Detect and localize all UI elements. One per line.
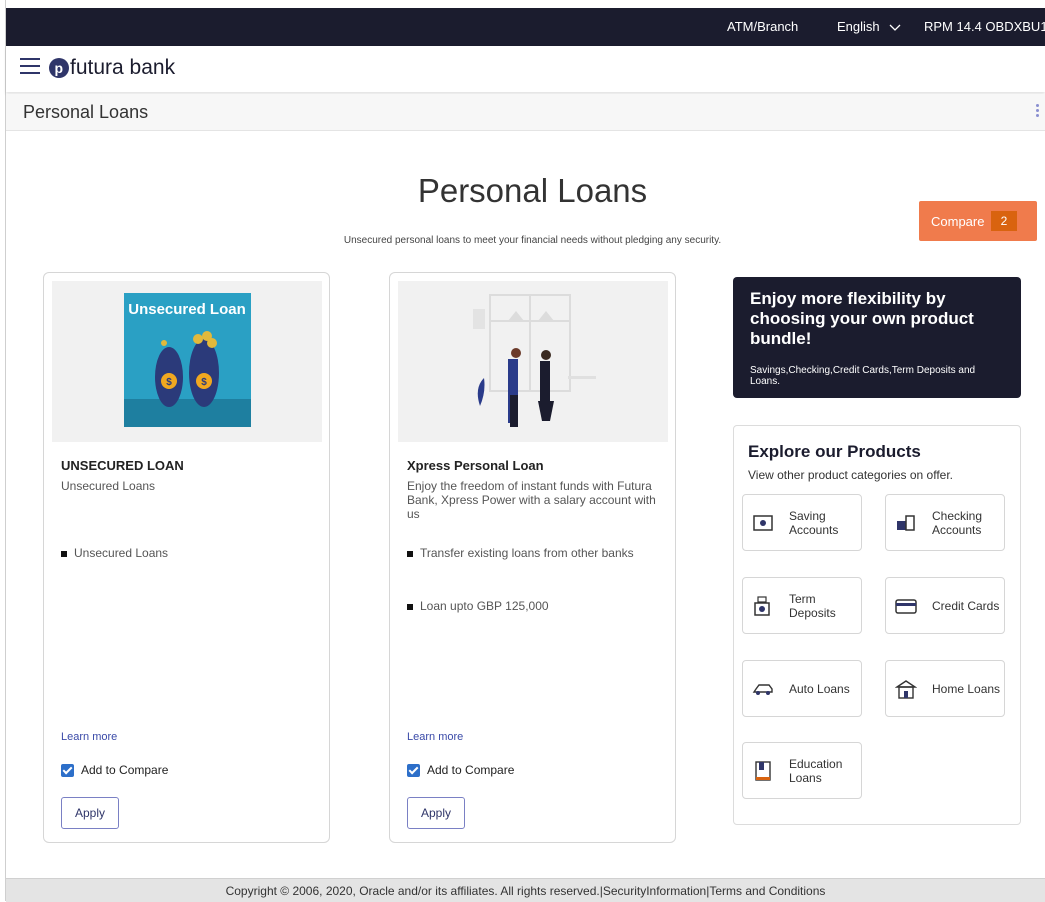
product-checking-accounts[interactable]: Checking Accounts (885, 494, 1005, 551)
feature-item: Transfer existing loans from other banks (407, 546, 634, 560)
page-title-bar: Personal Loans (6, 94, 1045, 131)
product-bundle-promo[interactable]: Enjoy more flexibility by choosing your … (733, 277, 1021, 398)
explore-heading: Explore our Products (748, 442, 921, 461)
product-home-loans[interactable]: Home Loans (885, 660, 1005, 717)
product-auto-loans[interactable]: Auto Loans (742, 660, 862, 717)
add-to-compare-label: Add to Compare (81, 763, 169, 777)
product-card-xpress-personal-loan: Xpress Personal Loan Enjoy the freedom o… (389, 272, 676, 843)
add-to-compare-toggle[interactable]: Add to Compare (407, 763, 515, 778)
add-to-compare-label: Add to Compare (427, 763, 515, 777)
promo-heading: Enjoy more flexibility by choosing your … (750, 289, 974, 348)
education-icon (755, 761, 771, 781)
money-bags-illustration: Unsecured Loan $ $ (124, 293, 251, 427)
feature-text: Unsecured Loans (74, 546, 169, 560)
promo-text: Savings,Checking,Credit Cards,Term Depos… (750, 365, 976, 387)
home-icon (895, 680, 917, 699)
product-image: Unsecured Loan $ $ (52, 281, 322, 442)
more-options-icon[interactable] (1036, 104, 1039, 119)
product-label: Saving Accounts (789, 509, 839, 537)
product-description: Enjoy the freedom of instant funds with … (407, 479, 656, 521)
product-label: Education Loans (789, 757, 843, 785)
user-name: RPM 14.4 OBDXBU18 (924, 19, 1045, 34)
top-bar: ATM/Branch English RPM 14.4 OBDXBU18 (6, 8, 1045, 46)
brand-name[interactable]: futura bank (70, 56, 175, 80)
feature-item: Unsecured Loans (61, 546, 168, 560)
product-name: Xpress Personal Loan (407, 458, 544, 473)
product-credit-cards[interactable]: Credit Cards (885, 577, 1005, 634)
product-label: Auto Loans (789, 682, 850, 696)
page-left-edge (0, 0, 6, 901)
add-to-compare-toggle[interactable]: Add to Compare (61, 763, 169, 778)
car-icon (752, 684, 773, 695)
atm-branch-link[interactable]: ATM/Branch (727, 19, 798, 34)
footer: Copyright © 2006, 2020, Oracle and/or it… (6, 878, 1045, 902)
checkbox-checked-icon[interactable] (407, 764, 420, 778)
product-education-loans[interactable]: Education Loans (742, 742, 862, 799)
page-subtitle: Unsecured personal loans to meet your fi… (343, 235, 722, 246)
compare-count-badge: 2 (991, 211, 1017, 231)
product-label: Home Loans (932, 682, 1001, 696)
language-selector[interactable]: English (837, 19, 901, 34)
svg-text:p: p (55, 60, 64, 76)
checkbox-checked-icon[interactable] (61, 764, 74, 778)
image-caption: Unsecured Loan (128, 301, 246, 318)
feature-item: Loan upto GBP 125,000 (407, 599, 549, 613)
learn-more-link[interactable]: Learn more (61, 731, 117, 743)
product-label: Term Deposits (789, 592, 836, 620)
product-label: Checking Accounts (932, 509, 983, 537)
product-term-deposits[interactable]: Term Deposits (742, 577, 862, 634)
footer-text: Copyright © 2006, 2020, Oracle and/or it… (225, 884, 826, 898)
bullet (407, 603, 413, 610)
user-menu[interactable]: RPM 14.4 OBDXBU18 (924, 19, 1045, 34)
feature-text: Loan upto GBP 125,000 (420, 599, 549, 613)
apply-button[interactable]: Apply (407, 797, 465, 829)
product-name: UNSECURED LOAN (61, 458, 184, 473)
product-image (398, 281, 668, 442)
handshake-illustration (473, 294, 596, 427)
bank-logo-icon: p (49, 58, 69, 78)
svg-text:$: $ (166, 377, 172, 388)
language-label: English (837, 19, 880, 34)
product-saving-accounts[interactable]: Saving Accounts (742, 494, 862, 551)
safe-icon (753, 515, 773, 531)
chevron-down-icon (889, 24, 901, 31)
bullet (407, 550, 413, 557)
hamburger-menu-icon[interactable] (20, 58, 40, 74)
page-title: Personal Loans (23, 102, 149, 122)
page-heading: Personal Loans (417, 172, 648, 209)
compare-label: Compare (931, 214, 985, 229)
product-label: Credit Cards (932, 599, 1000, 613)
learn-more-link[interactable]: Learn more (407, 731, 463, 743)
brand-bar: p futura bank (6, 46, 1045, 92)
credit-card-icon (895, 599, 917, 614)
apply-button[interactable]: Apply (61, 797, 119, 829)
feature-text: Transfer existing loans from other banks (420, 546, 634, 560)
term-deposit-icon (754, 596, 770, 616)
product-description: Unsecured Loans (61, 479, 156, 493)
explore-products-panel: Explore our Products View other product … (733, 425, 1021, 825)
bullet (61, 550, 67, 557)
compare-button[interactable]: Compare 2 (919, 201, 1037, 241)
checking-icon (897, 515, 915, 531)
product-card-unsecured-loan: Unsecured Loan $ $ UNSECURED LOAN Unsecu… (43, 272, 330, 843)
svg-text:$: $ (201, 377, 207, 388)
explore-subheading: View other product categories on offer. (748, 468, 954, 482)
